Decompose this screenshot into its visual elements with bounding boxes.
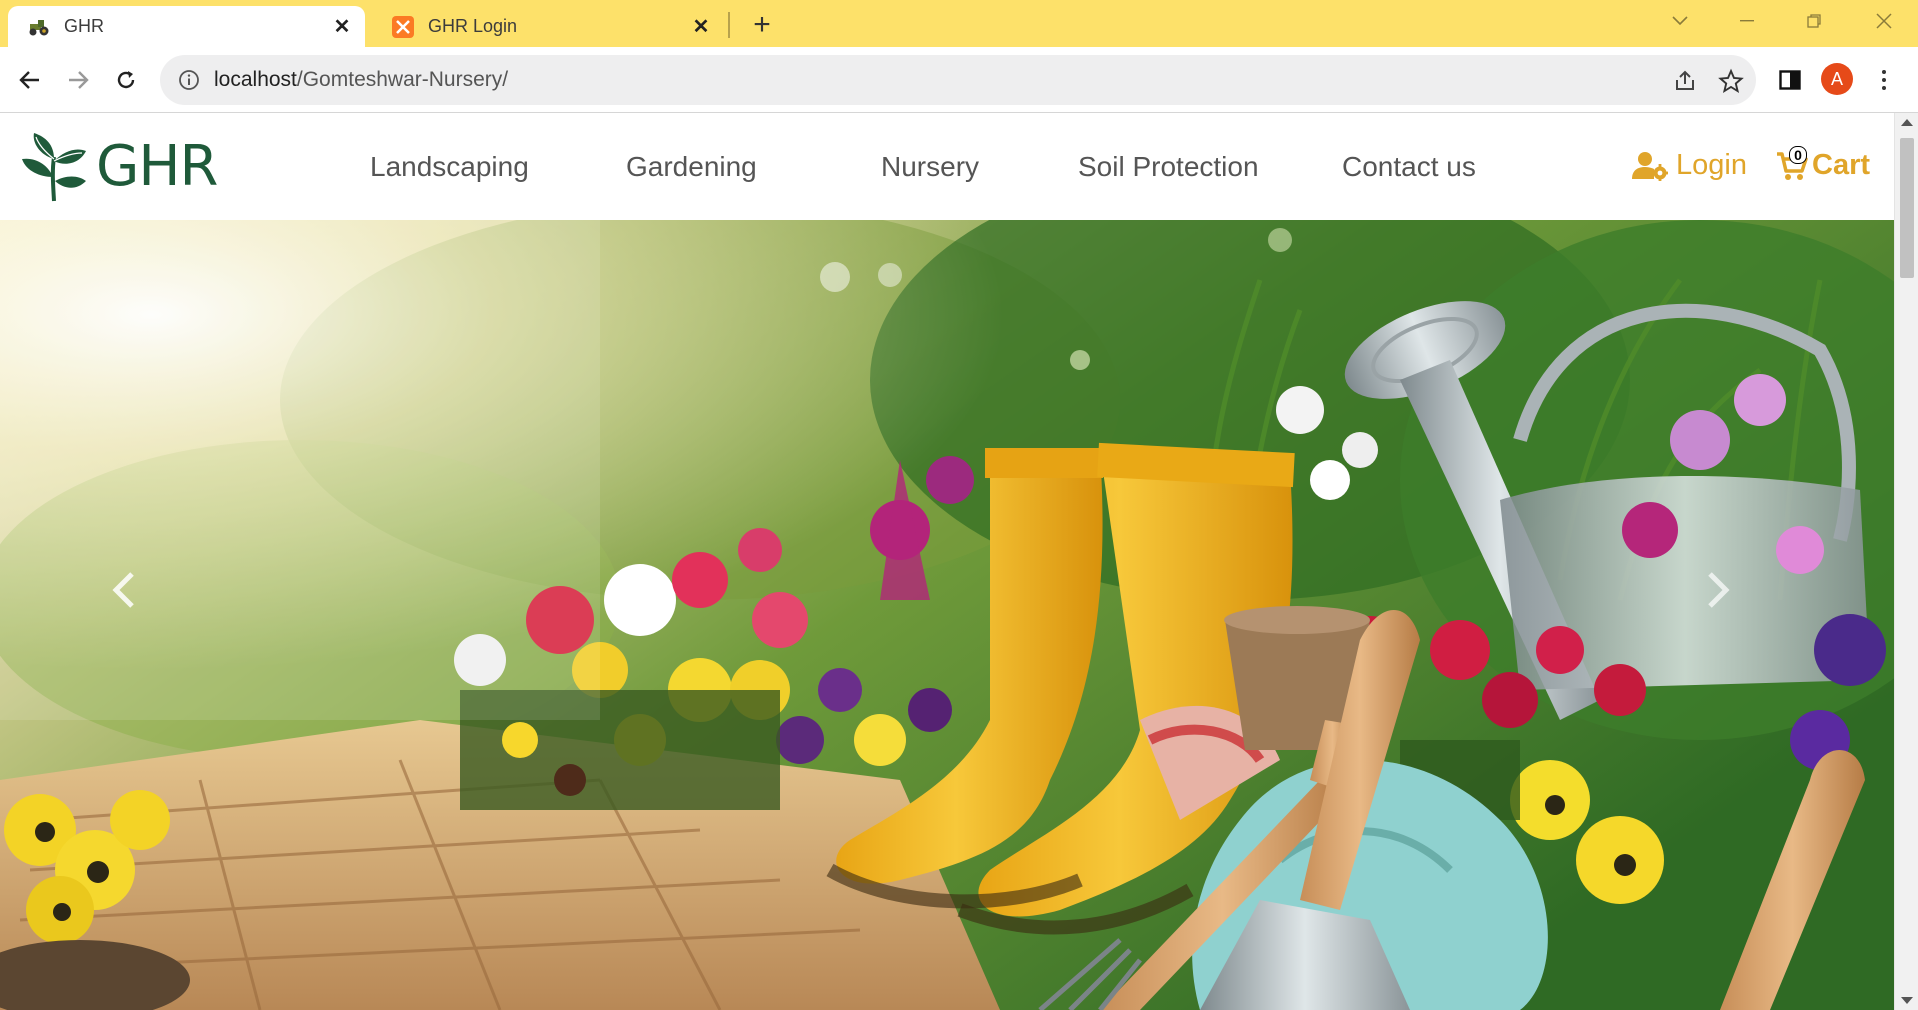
garden-boots-flowers-hero-image	[0, 220, 1894, 1010]
tab-ghr-login[interactable]: GHR Login ✕	[372, 6, 724, 47]
tab-ghr[interactable]: GHR ✕	[8, 6, 365, 47]
url-path: /Gomteshwar-Nursery/	[296, 68, 509, 91]
xampp-favicon-icon	[392, 15, 414, 38]
logo-text: GHR	[96, 134, 218, 199]
login-label: Login	[1676, 149, 1747, 181]
share-icon[interactable]	[1672, 68, 1698, 94]
nav-soil-protection[interactable]: Soil Protection	[1078, 151, 1259, 183]
nav-contact-us[interactable]: Contact us	[1342, 151, 1476, 183]
profile-avatar[interactable]: A	[1821, 63, 1853, 95]
restore-icon[interactable]	[1796, 4, 1832, 38]
hero-carousel	[0, 220, 1894, 1010]
user-cog-icon	[1632, 151, 1668, 181]
nav-landscaping[interactable]: Landscaping	[370, 151, 529, 183]
url-text: localhost/Gomteshwar-Nursery/	[214, 68, 508, 92]
site-info-icon[interactable]	[178, 69, 200, 91]
scroll-up-arrow-icon[interactable]	[1901, 119, 1913, 126]
site-header: GHR Landscaping Gardening Nursery Soil P…	[0, 113, 1894, 220]
back-arrow-icon[interactable]	[10, 60, 50, 100]
tab-divider	[728, 12, 730, 38]
cart-count-badge: 0	[1789, 146, 1807, 164]
url-host: localhost	[214, 68, 297, 91]
new-tab-icon[interactable]: +	[745, 8, 779, 42]
bookmark-star-icon[interactable]	[1718, 68, 1744, 94]
reload-icon[interactable]	[106, 60, 146, 100]
forward-arrow-icon[interactable]	[58, 60, 98, 100]
leaf-logo-icon	[22, 133, 86, 202]
login-link[interactable]: Login	[1632, 149, 1747, 182]
site-logo[interactable]: GHR	[20, 131, 218, 203]
minimize-icon[interactable]	[1729, 4, 1765, 38]
nav-gardening[interactable]: Gardening	[626, 151, 757, 183]
scrollbar-thumb[interactable]	[1900, 138, 1914, 278]
address-bar[interactable]: localhost/Gomteshwar-Nursery/	[160, 55, 1756, 105]
chevron-left-icon	[112, 572, 134, 608]
chevron-right-icon	[1708, 572, 1730, 608]
close-tab-icon[interactable]: ✕	[686, 12, 716, 42]
tab-title: GHR	[64, 16, 104, 36]
tab-title: GHR Login	[428, 16, 518, 36]
close-tab-icon[interactable]: ✕	[327, 12, 357, 42]
browser-menu-icon[interactable]	[1872, 63, 1896, 97]
cart-link[interactable]: 0 Cart	[1776, 146, 1871, 182]
tab-search-chevron-icon[interactable]	[1662, 4, 1698, 38]
side-panel-icon[interactable]	[1775, 65, 1805, 95]
scroll-down-arrow-icon[interactable]	[1901, 997, 1913, 1004]
page-viewport: GHR Landscaping Gardening Nursery Soil P…	[0, 113, 1894, 1010]
tractor-favicon-icon	[28, 16, 50, 38]
page-scrollbar[interactable]	[1894, 113, 1918, 1010]
browser-tabstrip: GHR ✕ GHR Login ✕ +	[0, 0, 1918, 47]
cart-label: Cart	[1812, 149, 1871, 181]
nav-nursery[interactable]: Nursery	[881, 151, 979, 183]
carousel-next-button[interactable]	[1706, 570, 1766, 650]
close-window-icon[interactable]	[1866, 4, 1902, 38]
browser-toolbar: localhost/Gomteshwar-Nursery/ A	[0, 47, 1918, 112]
carousel-prev-button[interactable]	[110, 570, 170, 650]
